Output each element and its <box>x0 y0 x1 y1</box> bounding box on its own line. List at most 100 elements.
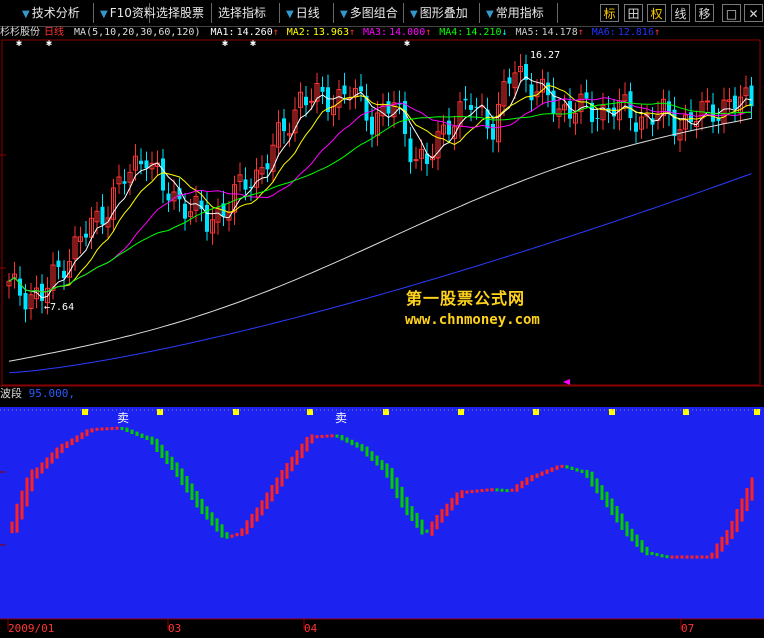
wave-bar <box>330 434 334 438</box>
wave-bar <box>535 473 539 478</box>
wave-bar <box>660 554 664 558</box>
wave-bar <box>615 506 619 523</box>
candle-body <box>100 206 105 225</box>
candle-body <box>447 120 451 135</box>
wave-bar <box>590 471 594 487</box>
candle-body <box>84 233 88 238</box>
wave-bar <box>25 477 29 507</box>
wave-bar <box>375 455 379 466</box>
wave-bar <box>210 512 214 526</box>
wave-bar <box>155 438 159 452</box>
wave-bar <box>610 498 614 515</box>
wave-bar <box>240 528 244 536</box>
wave-bar <box>40 462 44 474</box>
wave-bar <box>10 521 14 534</box>
candle-body <box>413 159 419 162</box>
date-tick-label: 03 <box>168 622 182 635</box>
ma10-line <box>8 84 752 293</box>
wave-bar <box>315 435 319 439</box>
wave-bar <box>520 480 524 489</box>
wave-bar <box>360 444 364 452</box>
wave-bar <box>445 503 449 517</box>
wave-bar <box>215 518 219 532</box>
candle-body <box>749 85 754 107</box>
wave-bar <box>220 524 224 538</box>
wave-bar <box>570 466 574 470</box>
wave-bar <box>430 521 434 536</box>
wave-bar <box>350 439 354 446</box>
wave-bar <box>130 429 134 434</box>
candle-body <box>595 117 600 119</box>
ma120-line <box>8 173 752 374</box>
wave-bar <box>410 506 414 521</box>
wave-bar <box>515 484 519 492</box>
wave-bar <box>370 451 374 461</box>
wave-bar <box>135 431 139 436</box>
wave-bar <box>295 450 299 465</box>
wave-bar <box>450 498 454 511</box>
wave-bar <box>560 464 564 468</box>
wave-bar <box>255 507 259 522</box>
wave-bar <box>605 491 609 508</box>
wave-bar <box>145 435 149 440</box>
ma20-line <box>8 97 752 293</box>
wave-bar <box>185 476 189 493</box>
wave-bar <box>20 490 24 520</box>
wave-bar <box>585 469 589 478</box>
date-axis: 2009/01 03 04 07 <box>0 620 764 638</box>
wave-bar <box>750 477 754 501</box>
wave-bar <box>385 463 389 478</box>
wave-bar <box>470 490 474 494</box>
candle-body <box>386 101 391 114</box>
wave-bar <box>700 555 704 559</box>
wave-bar <box>205 506 209 520</box>
wave-bar <box>710 552 714 559</box>
wave-bar <box>310 434 314 444</box>
high-price-label: 16.27 <box>530 50 560 61</box>
wave-bar <box>690 555 694 559</box>
wave-bar <box>485 488 489 492</box>
wave-bar <box>640 540 644 553</box>
wave-bar <box>480 489 484 493</box>
wave-bar <box>425 529 429 533</box>
wave-bar <box>620 513 624 530</box>
marker-icon: ✱ <box>404 38 410 49</box>
wave-bar <box>555 465 559 470</box>
wave-bar <box>510 488 514 492</box>
marker-icon: ✱ <box>222 38 228 49</box>
candle-body <box>705 100 710 103</box>
candle-body <box>403 101 407 134</box>
watermark-url: www.chnmoney.com <box>405 312 540 328</box>
wave-bar <box>685 555 689 559</box>
candle-body <box>408 138 413 163</box>
wave-bar <box>195 491 199 508</box>
wave-bar <box>75 435 79 443</box>
candle-body <box>23 293 28 310</box>
wave-bar <box>505 489 509 493</box>
wave-bar <box>300 443 304 459</box>
candle-body <box>122 181 127 184</box>
wave-bar <box>200 498 204 515</box>
candle-body <box>62 270 66 278</box>
candle-body <box>529 84 534 101</box>
wave-bar <box>740 498 744 522</box>
wave-bar <box>465 490 469 494</box>
wave-bar <box>305 437 309 452</box>
wave-bar <box>525 477 529 485</box>
wave-bar <box>390 468 394 489</box>
date-tick-label: 2009/01 <box>8 622 55 635</box>
wave-bar <box>595 478 599 494</box>
wave-bar <box>720 536 724 552</box>
wave-bar <box>230 534 234 538</box>
candle-body <box>282 118 286 132</box>
indicator-panel-bg <box>0 407 764 619</box>
wave-bar <box>455 492 459 505</box>
wave-bar <box>490 488 494 492</box>
wave-bar <box>435 515 439 530</box>
position-marker-icon <box>563 379 570 385</box>
indicator-name: 波段 <box>0 387 22 400</box>
wave-bar <box>420 519 424 535</box>
date-tick-label: 07 <box>681 622 695 635</box>
sell-signal-label: 卖 <box>335 411 347 425</box>
wave-bar <box>190 483 194 500</box>
